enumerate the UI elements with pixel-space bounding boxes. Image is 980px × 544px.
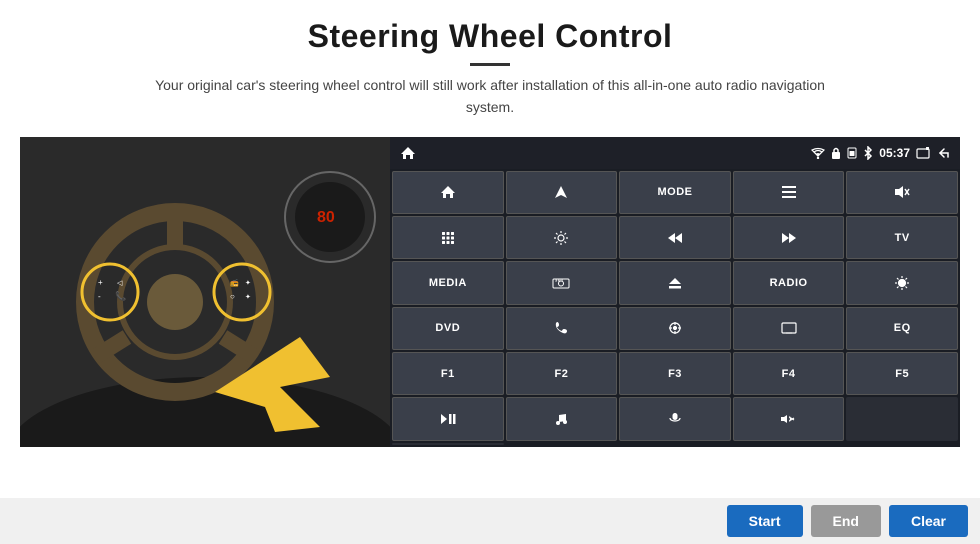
grid-btn-mode[interactable]: MODE [619,171,731,214]
grid-btn-f1[interactable]: F1 [392,352,504,395]
grid-btn-f4[interactable]: F4 [733,352,845,395]
grid-btn-apps[interactable] [392,216,504,259]
grid-btn-prev[interactable] [619,216,731,259]
grid-btn-f3[interactable]: F3 [619,352,731,395]
grid-btn-radio[interactable]: RADIO [733,261,845,304]
content-area: + ◁ - 📞 📻 ✦ ○ ✦ 80 [0,137,980,447]
radio-panel: 05:37 [390,137,960,447]
svg-text:○: ○ [230,292,235,301]
grid-btn-list[interactable] [733,171,845,214]
grid-btn-settings[interactable] [506,216,618,259]
screenshot-status-icon [916,147,930,159]
grid-btn-empty1 [846,397,958,440]
home-icon [400,145,416,161]
page-subtitle: Your original car's steering wheel contr… [140,74,840,119]
end-button[interactable]: End [811,505,881,537]
grid-btn-360[interactable]: 360 [506,261,618,304]
page-title: Steering Wheel Control [40,18,940,55]
svg-text:✦: ✦ [245,293,251,301]
grid-btn-tv[interactable]: TV [846,216,958,259]
svg-text:✦: ✦ [245,279,251,287]
grid-btn-empty2 [392,443,504,445]
car-image: + ◁ - 📞 📻 ✦ ○ ✦ 80 [20,137,390,447]
start-button[interactable]: Start [727,505,803,537]
svg-text:+: + [98,278,103,287]
status-right: 05:37 [811,146,950,160]
grid-btn-eq[interactable]: EQ [846,307,958,350]
grid-btn-playpause[interactable] [392,397,504,440]
grid-btn-vol-phone[interactable] [733,397,845,440]
sim-status-icon [847,147,857,159]
grid-btn-music[interactable] [506,397,618,440]
grid-btn-eject[interactable] [619,261,731,304]
grid-btn-f2[interactable]: F2 [506,352,618,395]
svg-text:📞: 📞 [115,290,127,301]
grid-btn-next[interactable] [733,216,845,259]
lock-status-icon [831,147,841,159]
bluetooth-status-icon [863,146,873,160]
bottom-action-bar: Start End Clear [0,498,980,544]
grid-btn-phone[interactable] [506,307,618,350]
grid-btn-screen[interactable] [733,307,845,350]
svg-text:80: 80 [317,209,335,226]
svg-text:-: - [98,292,101,301]
status-bar: 05:37 [390,137,960,169]
clear-button[interactable]: Clear [889,505,968,537]
grid-btn-media[interactable]: MEDIA [392,261,504,304]
button-grid: MODE [390,169,960,447]
back-status-icon [936,147,950,159]
grid-btn-f5[interactable]: F5 [846,352,958,395]
svg-text:📻: 📻 [230,279,239,287]
grid-btn-mute[interactable] [846,171,958,214]
svg-text:◁: ◁ [117,280,123,287]
status-time: 05:37 [879,146,910,160]
grid-btn-mic[interactable] [619,397,731,440]
grid-btn-brightness[interactable] [846,261,958,304]
page-header: Steering Wheel Control Your original car… [0,0,980,129]
grid-btn-dvd[interactable]: DVD [392,307,504,350]
title-divider [470,63,510,66]
grid-btn-gps[interactable] [619,307,731,350]
svg-text:360: 360 [555,278,563,283]
wifi-status-icon [811,147,825,159]
status-left [400,145,416,161]
grid-btn-home[interactable] [392,171,504,214]
grid-btn-nav[interactable] [506,171,618,214]
